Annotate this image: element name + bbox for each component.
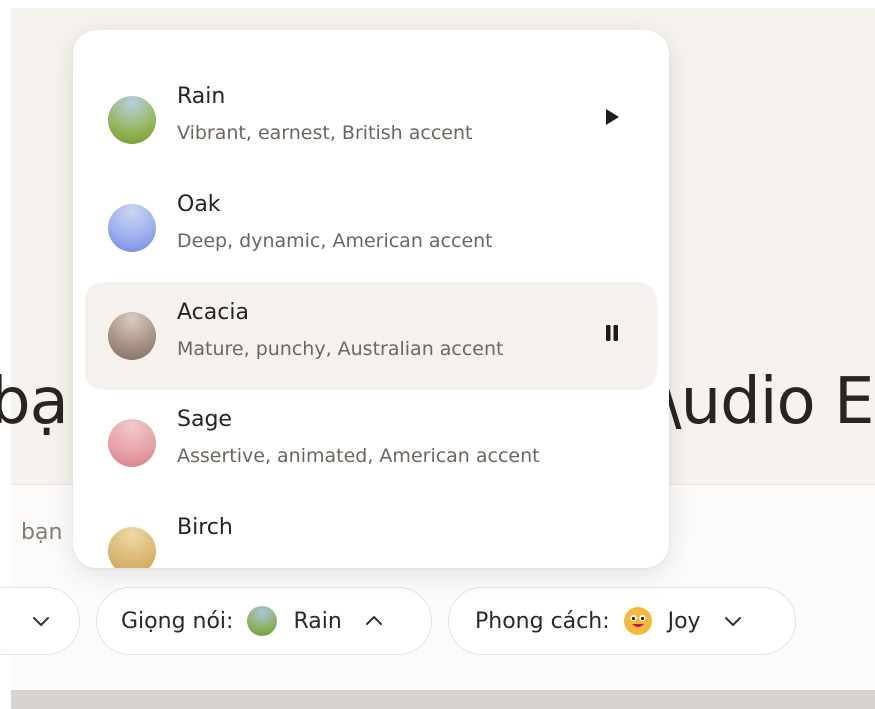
voice-description: Vibrant, earnest, British accent	[177, 122, 473, 144]
voice-name: Rain	[177, 84, 226, 109]
voice-option-oak[interactable]: Oak Deep, dynamic, American accent	[85, 174, 657, 282]
voice-option-birch[interactable]: Birch	[85, 497, 657, 568]
voice-option-rain[interactable]: Rain Vibrant, earnest, British accent	[85, 66, 657, 174]
voice-select-pill[interactable]: Giọng nói: Rain	[96, 587, 432, 655]
voice-option-sage[interactable]: Sage Assertive, animated, American accen…	[85, 389, 657, 497]
voice-value: Rain	[293, 608, 342, 634]
voice-dropdown: Rain Vibrant, earnest, British accent Oa…	[73, 30, 669, 568]
chevron-down-icon	[721, 609, 745, 633]
voice-name: Sage	[177, 407, 232, 432]
voice-avatar	[108, 204, 156, 252]
model-select-pill[interactable]	[0, 587, 80, 655]
composer-text: bạn	[21, 520, 63, 545]
voice-name: Oak	[177, 192, 221, 217]
chevron-up-icon	[362, 609, 386, 633]
voice-description: Deep, dynamic, American accent	[177, 230, 493, 252]
chevron-down-icon	[29, 609, 53, 633]
headline-right-fragment: \udio E	[660, 365, 874, 439]
voice-description: Assertive, animated, American accent	[177, 445, 540, 467]
joy-emoji-icon	[623, 607, 652, 635]
voice-avatar	[108, 96, 156, 144]
voice-avatar	[108, 527, 156, 568]
rain-voice-avatar	[247, 606, 278, 636]
bottom-bar	[11, 690, 875, 709]
style-value: Joy	[667, 608, 701, 634]
voice-name: Acacia	[177, 300, 249, 325]
style-select-pill[interactable]: Phong cách: Joy	[448, 587, 796, 655]
voice-description: Mature, punchy, Australian accent	[177, 338, 504, 360]
style-label: Phong cách:	[475, 608, 610, 634]
pause-icon[interactable]	[601, 322, 623, 344]
voice-avatar	[108, 419, 156, 467]
headline-left-fragment: bại	[0, 365, 86, 439]
voice-option-acacia[interactable]: Acacia Mature, punchy, Australian accent	[85, 282, 657, 390]
voice-avatar	[108, 312, 156, 360]
voice-name: Birch	[177, 515, 233, 540]
voice-label: Giọng nói:	[121, 608, 234, 634]
play-icon[interactable]	[601, 106, 623, 128]
